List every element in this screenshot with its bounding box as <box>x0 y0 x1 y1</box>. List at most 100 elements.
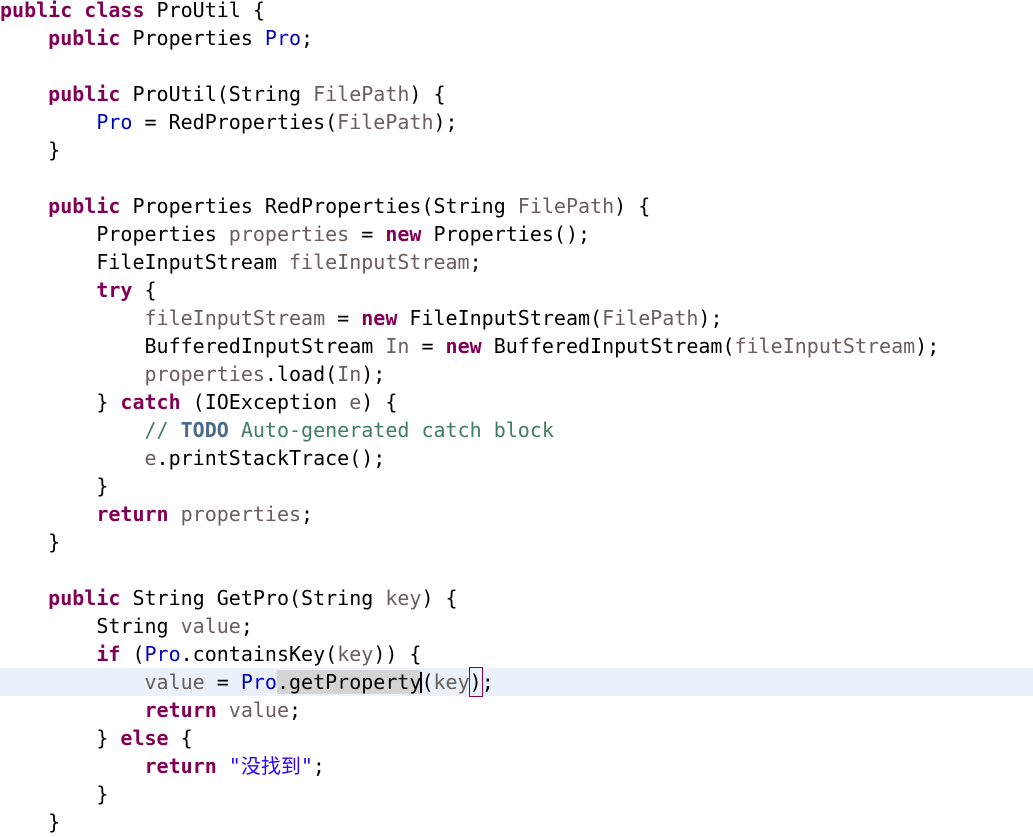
code-token-kw: return <box>144 754 217 778</box>
code-token-plain: .load( <box>264 362 338 386</box>
code-line[interactable]: properties.load(In); <box>0 360 1033 388</box>
code-token-plain: BufferedInputStream( <box>481 334 735 358</box>
code-token-plain: ); <box>698 306 723 330</box>
code-token-local: value <box>228 698 290 722</box>
code-token-kw: if <box>96 642 121 666</box>
code-token-plain: } <box>0 782 109 806</box>
code-token-plain: ) { <box>421 586 458 610</box>
code-token-plain: ProUtil { <box>144 0 265 22</box>
code-token-local: e <box>349 390 362 414</box>
code-token-plain: } <box>0 390 121 414</box>
code-token-plain: = <box>204 670 241 694</box>
code-line[interactable]: } <box>0 528 1033 556</box>
code-line[interactable]: } <box>0 780 1033 808</box>
code-token-local: In <box>385 334 410 358</box>
code-token-local: FilePath <box>337 110 434 134</box>
code-token-kw: new <box>361 306 398 330</box>
code-line[interactable]: } catch (IOException e) { <box>0 388 1033 416</box>
code-line[interactable] <box>0 164 1033 192</box>
code-token-plain: ( <box>421 670 434 694</box>
code-token-plain: ( <box>120 642 145 666</box>
code-line[interactable]: Properties properties = new Properties()… <box>0 220 1033 248</box>
code-token-plain: ); <box>361 362 386 386</box>
code-token-plain: ; <box>301 502 314 526</box>
code-token-local: FilePath <box>313 82 410 106</box>
code-token-field: Pro <box>144 642 181 666</box>
code-line[interactable]: } <box>0 136 1033 164</box>
code-line[interactable]: return value; <box>0 696 1033 724</box>
code-token-plain: } <box>0 138 61 162</box>
code-token-local: key <box>337 642 374 666</box>
code-token-plain: String GetPro(String <box>120 586 386 610</box>
code-line[interactable]: fileInputStream = new FileInputStream(Fi… <box>0 304 1033 332</box>
code-token-kw: public <box>48 82 121 106</box>
code-line[interactable]: if (Pro.containsKey(key)) { <box>0 640 1033 668</box>
code-token-local: FilePath <box>517 194 615 218</box>
code-token-local: properties <box>144 362 265 386</box>
code-line[interactable]: } else { <box>0 724 1033 752</box>
code-token-plain: ; <box>481 670 494 694</box>
code-line[interactable]: String value; <box>0 612 1033 640</box>
occurrence-highlight-token: .getProperty <box>276 670 422 694</box>
code-token-local: value <box>180 614 241 638</box>
code-line-current[interactable]: value = Pro.getProperty(key); <box>0 667 1033 697</box>
code-line[interactable]: return "没找到"; <box>0 752 1033 780</box>
code-token-plain: ); <box>915 334 940 358</box>
code-line[interactable]: } <box>0 472 1033 500</box>
code-line[interactable]: } <box>0 808 1033 836</box>
code-token-plain: } <box>0 810 61 834</box>
code-token-plain: Properties RedProperties(String <box>120 194 518 218</box>
code-token-field: Pro <box>96 110 133 134</box>
code-token-kw: else <box>120 726 169 750</box>
code-line[interactable]: e.printStackTrace(); <box>0 444 1033 472</box>
code-token-kw: public <box>48 586 121 610</box>
code-text-area[interactable]: public class ProUtil { public Properties… <box>0 0 1033 836</box>
code-line[interactable]: public ProUtil(String FilePath) { <box>0 80 1033 108</box>
code-token-plain: Properties <box>0 222 229 246</box>
code-line[interactable]: return properties; <box>0 500 1033 528</box>
code-token-plain: { <box>132 278 157 302</box>
code-line[interactable]: // TODO Auto-generated catch block <box>0 416 1033 444</box>
code-token-plain: ; <box>289 698 302 722</box>
code-token-cmt: Auto-generated catch block <box>228 418 554 442</box>
code-line[interactable]: public String GetPro(String key) { <box>0 584 1033 612</box>
code-line[interactable]: FileInputStream fileInputStream; <box>0 248 1033 276</box>
code-token-plain: { <box>168 726 193 750</box>
code-token-cmt: // <box>144 418 181 442</box>
code-line[interactable] <box>0 556 1033 584</box>
code-line[interactable]: Pro = RedProperties(FilePath); <box>0 108 1033 136</box>
code-token-plain: ; <box>469 250 482 274</box>
code-token-kw: return <box>144 698 217 722</box>
code-token-plain: } <box>0 530 61 554</box>
code-token-plain: ; <box>240 614 253 638</box>
code-token-local: FilePath <box>602 306 699 330</box>
code-line[interactable]: try { <box>0 276 1033 304</box>
code-token-kw: try <box>96 278 133 302</box>
code-token-local: fileInputStream <box>144 306 326 330</box>
code-editor[interactable]: public class ProUtil { public Properties… <box>0 0 1033 837</box>
code-token-plain: ProUtil(String <box>120 82 314 106</box>
code-line[interactable]: BufferedInputStream In = new BufferedInp… <box>0 332 1033 360</box>
code-line[interactable]: public Properties Pro; <box>0 24 1033 52</box>
code-line[interactable] <box>0 52 1033 80</box>
code-token-kw: new <box>385 222 422 246</box>
code-token-kw: new <box>445 334 482 358</box>
code-line[interactable]: public class ProUtil { <box>0 0 1033 24</box>
code-token-plain: ) { <box>361 390 398 414</box>
code-token-plain: = RedProperties( <box>132 110 338 134</box>
code-line[interactable]: public Properties RedProperties(String F… <box>0 192 1033 220</box>
code-token-plain: (IOException <box>180 390 350 414</box>
code-token-todo: TODO <box>180 418 229 442</box>
